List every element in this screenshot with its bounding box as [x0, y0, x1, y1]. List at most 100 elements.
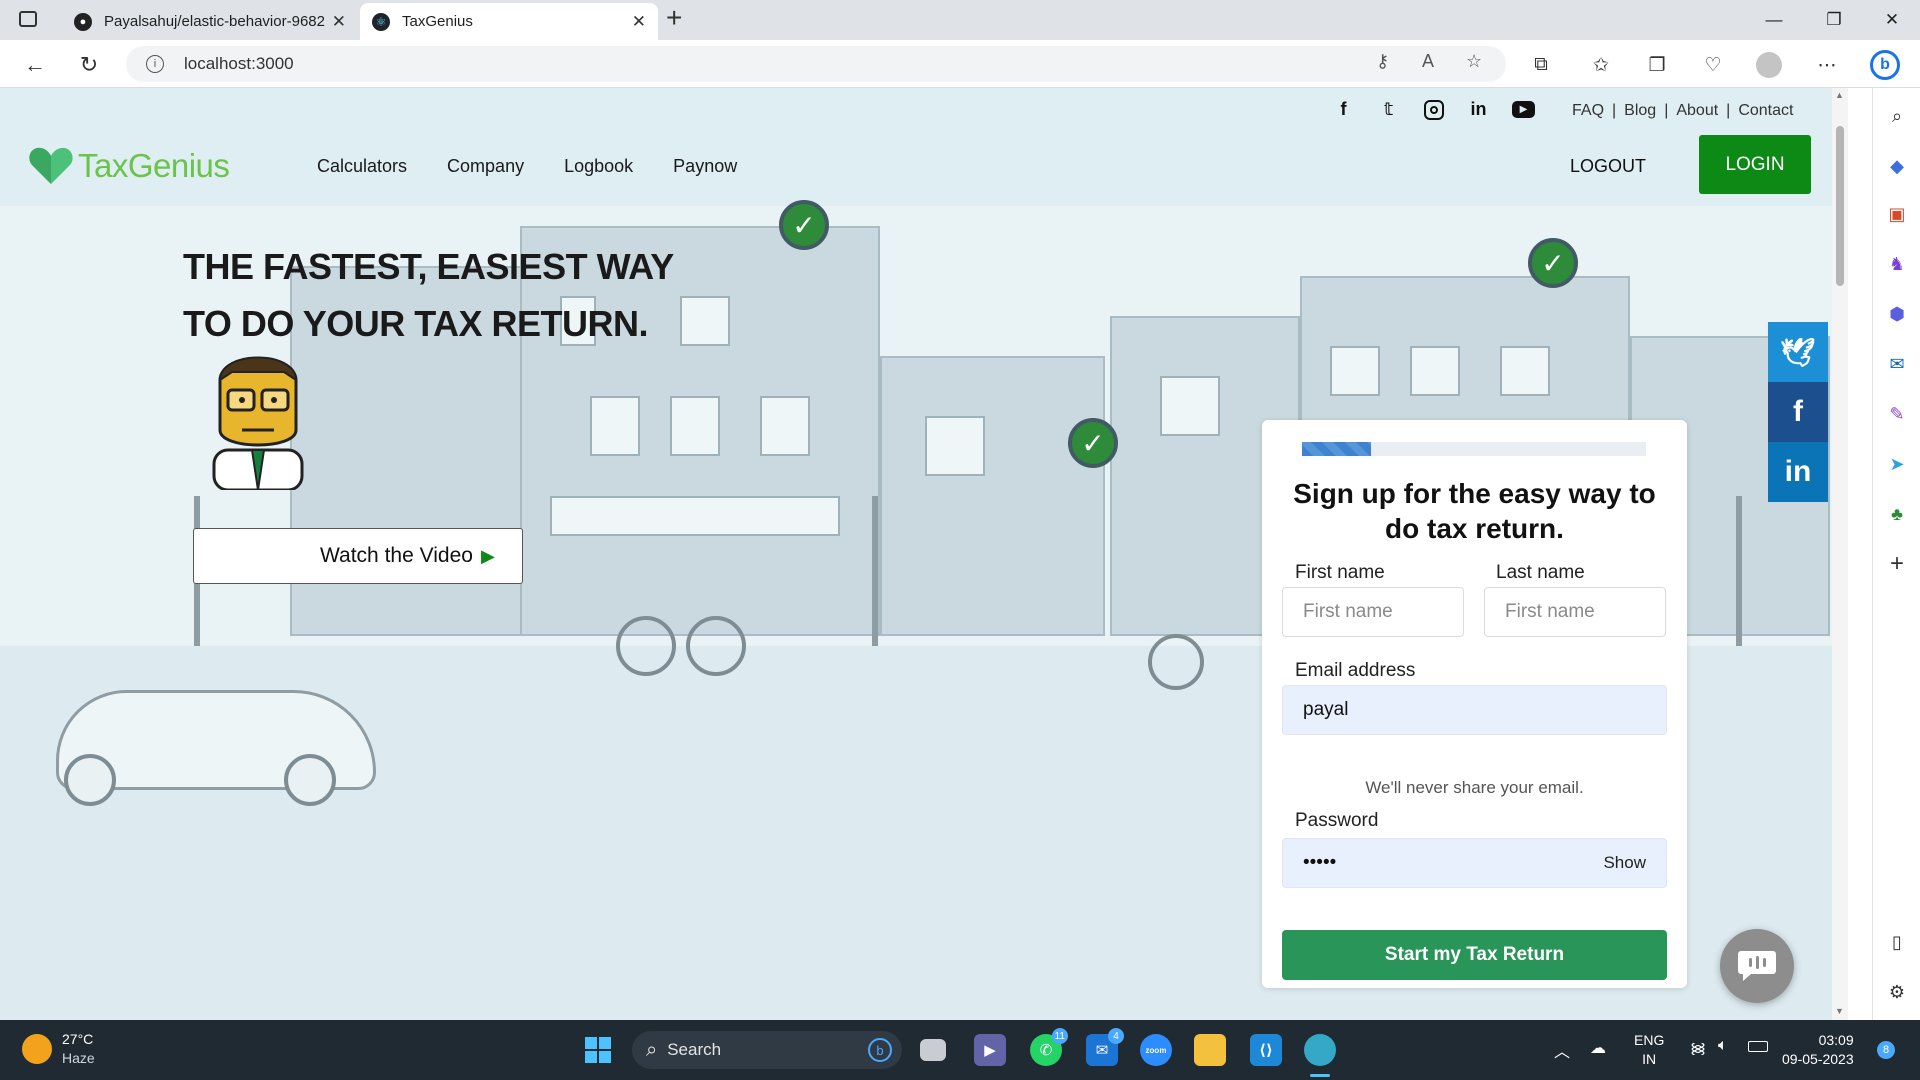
hide-sidebar-icon[interactable]: ▯ [1883, 928, 1911, 956]
collections-icon[interactable]: ❐ [1642, 50, 1672, 80]
instagram-icon[interactable] [1422, 98, 1445, 121]
tools-icon[interactable]: ▣ [1883, 200, 1911, 228]
active-app-indicator [1310, 1074, 1330, 1077]
notification-count-badge[interactable]: 8 [1877, 1041, 1895, 1059]
window [670, 396, 720, 456]
facebook-icon[interactable]: f [1332, 98, 1355, 121]
extensions-icon[interactable]: ⧉ [1526, 50, 1556, 80]
read-aloud-icon[interactable]: A [1422, 51, 1434, 72]
vscode-icon[interactable]: ⟨⟩ [1250, 1034, 1282, 1066]
nav-paynow[interactable]: Paynow [673, 156, 737, 177]
shopping-icon[interactable]: ◆ [1883, 152, 1911, 180]
taskbar-search[interactable]: ⌕ Search b [632, 1031, 902, 1069]
youtube-icon[interactable]: ▶ [1512, 98, 1535, 121]
twitter-icon[interactable]: 𝕥 [1377, 98, 1400, 121]
clock-time: 03:09 [1818, 1032, 1854, 1048]
link-faq[interactable]: FAQ [1572, 102, 1604, 120]
favorites-icon[interactable]: ✩ [1586, 50, 1616, 80]
linkedin-icon[interactable]: in [1467, 98, 1490, 121]
zoom-icon[interactable]: zoom [1140, 1034, 1172, 1066]
scroll-thumb[interactable] [1836, 126, 1844, 286]
teams-chat-icon[interactable]: ▶ [974, 1034, 1006, 1066]
mail-icon[interactable]: ✉ 4 [1086, 1028, 1124, 1066]
close-window-button[interactable]: ✕ [1864, 0, 1920, 40]
telegram-icon[interactable]: ➤ [1883, 450, 1911, 478]
nav-calculators[interactable]: Calculators [317, 156, 407, 177]
link-contact[interactable]: Contact [1738, 102, 1793, 120]
bicycle-wheel [1148, 634, 1204, 690]
profile-avatar[interactable] [1754, 50, 1784, 80]
clock[interactable]: 03:09 09-05-2023 [1782, 1031, 1854, 1069]
password-input[interactable]: ••••• Show [1282, 838, 1667, 888]
new-tab-button[interactable]: + [666, 2, 682, 34]
link-about[interactable]: About [1676, 102, 1718, 120]
windows-taskbar: 27°C Haze ⌕ Search b ▶ ✆ 11 ✉ 4 zoom ⟨⟩ ︿ … [0, 1020, 1920, 1080]
onedrive-icon[interactable]: ☁ [1590, 1038, 1606, 1058]
start-windows-icon[interactable] [582, 1034, 614, 1066]
share-linkedin-button[interactable]: in [1768, 442, 1828, 502]
outlook-icon[interactable]: ✉ [1883, 350, 1911, 378]
back-button[interactable]: ← [18, 48, 52, 82]
tab-github[interactable]: ● Payalsahuj/elastic-behavior-9682 ✕ [62, 3, 358, 40]
share-facebook-button[interactable]: f [1768, 382, 1828, 442]
search-icon[interactable]: ⌕ [1883, 102, 1911, 130]
email-input[interactable]: payal [1282, 685, 1667, 735]
edge-browser-icon[interactable] [1304, 1034, 1336, 1066]
share-twitter-button[interactable]: 🕊 [1768, 322, 1828, 382]
close-tab-icon[interactable]: ✕ [632, 12, 646, 32]
last-name-input[interactable]: First name [1484, 587, 1666, 637]
car-wheel [284, 754, 336, 806]
show-password-button[interactable]: Show [1603, 853, 1646, 873]
watch-video-button[interactable]: Watch the Video ▶ [193, 528, 523, 584]
site-info-icon[interactable]: i [146, 55, 164, 73]
window [1500, 346, 1550, 396]
weather-temp: 27°C [62, 1031, 94, 1047]
window [1160, 376, 1220, 436]
start-tax-return-button[interactable]: Start my Tax Return [1282, 930, 1667, 980]
tree-icon[interactable]: ♣ [1883, 500, 1911, 528]
show-hidden-icons[interactable]: ︿ [1554, 1038, 1570, 1062]
whatsapp-icon[interactable]: ✆ 11 [1030, 1028, 1068, 1066]
url-field[interactable]: i localhost:3000 [126, 46, 1506, 82]
more-options-icon[interactable]: ⋯ [1812, 50, 1842, 80]
file-explorer-icon[interactable] [1194, 1034, 1226, 1066]
weather-widget[interactable]: 27°C Haze [22, 1030, 95, 1068]
maximize-button[interactable]: ❐ [1806, 0, 1862, 40]
nav-company[interactable]: Company [447, 156, 524, 177]
wifi-icon[interactable]: ᯼ [1690, 1038, 1706, 1058]
page-scrollbar[interactable]: ▲ ▼ [1832, 88, 1848, 1020]
close-tab-icon[interactable]: ✕ [332, 12, 346, 32]
twitter-icon: 🕊 [1780, 336, 1816, 368]
window [760, 396, 810, 456]
check-badge-icon: ✓ [779, 200, 829, 250]
language-indicator[interactable]: ENG IN [1634, 1031, 1664, 1069]
microsoft365-icon[interactable]: ⬢ [1883, 300, 1911, 328]
task-view-icon[interactable] [920, 1039, 946, 1061]
nav-logbook[interactable]: Logbook [564, 156, 633, 177]
search-label: Search [667, 1040, 722, 1059]
page-viewport: TaxGenius Calculators Company Logbook Pa… [0, 88, 1832, 1020]
games-icon[interactable]: ♞ [1883, 250, 1911, 278]
designer-icon[interactable]: ✎ [1883, 400, 1911, 428]
add-sidebar-app-icon[interactable]: + [1883, 550, 1911, 578]
tab-actions-icon[interactable] [19, 11, 37, 27]
tab-taxgenius[interactable]: ⚛ TaxGenius ✕ [360, 3, 658, 40]
scroll-down-arrow-icon[interactable]: ▼ [1835, 1006, 1844, 1016]
scroll-up-arrow-icon[interactable]: ▲ [1835, 90, 1844, 100]
refresh-button[interactable]: ↻ [72, 48, 106, 82]
key-icon[interactable]: ⚷ [1376, 51, 1389, 72]
bing-chat-icon[interactable]: b [1870, 50, 1900, 80]
logout-link[interactable]: LOGOUT [1570, 156, 1646, 177]
first-name-input[interactable]: First name [1282, 587, 1464, 637]
chat-widget-button[interactable] [1720, 929, 1794, 1003]
battery-icon[interactable] [1748, 1041, 1768, 1052]
link-blog[interactable]: Blog [1624, 102, 1656, 120]
minimize-button[interactable]: — [1746, 0, 1802, 40]
login-button[interactable]: LOGIN [1699, 135, 1811, 194]
add-favorite-icon[interactable]: ☆ [1466, 51, 1482, 72]
heart-logo-icon [29, 147, 73, 184]
browser-essentials-icon[interactable]: ♡ [1698, 50, 1728, 80]
site-logo[interactable]: TaxGenius [28, 146, 230, 186]
settings-gear-icon[interactable]: ⚙ [1883, 978, 1911, 1006]
volume-icon[interactable]: 🔈︎ [1718, 1037, 1728, 1055]
